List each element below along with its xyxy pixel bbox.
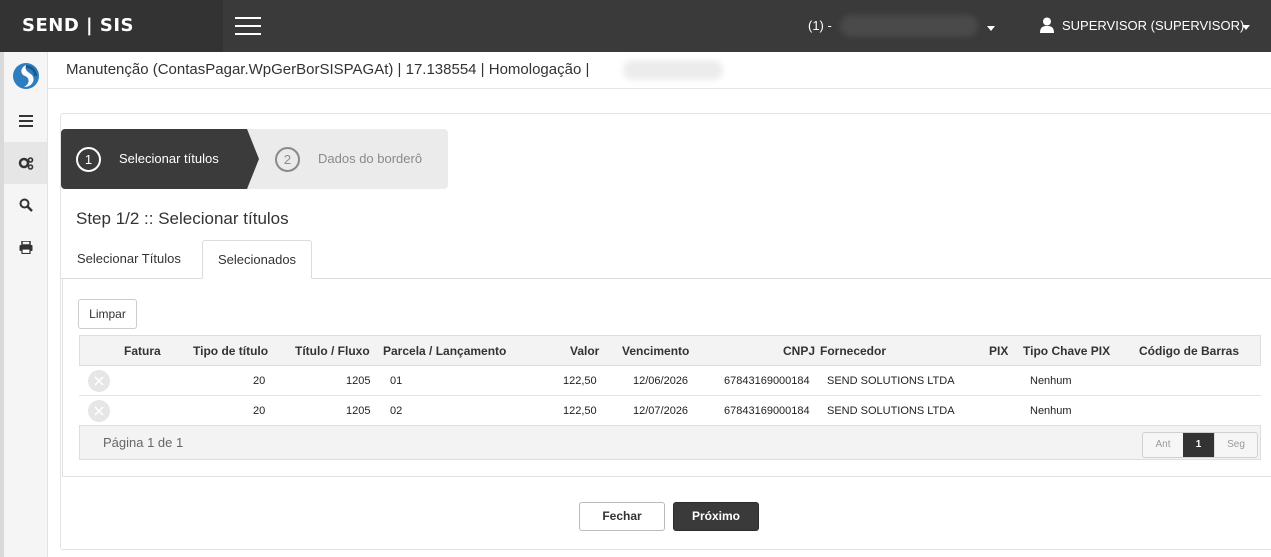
column-header[interactable]: Fornecedor	[820, 336, 886, 367]
step-label: Dados do borderô	[318, 151, 423, 166]
tab-selecionados[interactable]: Selecionados	[202, 240, 312, 279]
step-label: Selecionar títulos	[119, 151, 219, 166]
column-header[interactable]: Tipo Chave PIX	[1023, 336, 1110, 367]
cell-vencimento: 12/06/2026	[633, 375, 689, 387]
column-header[interactable]: Fatura	[124, 336, 161, 367]
step-title: Step 1/2 :: Selecionar títulos	[76, 209, 289, 228]
divider	[48, 88, 1271, 89]
list-icon[interactable]	[4, 100, 47, 142]
menu-toggle-icon[interactable]	[235, 17, 261, 35]
cell-titulo: 1205	[346, 405, 371, 417]
page-info: Página 1 de 1	[103, 435, 184, 450]
next-button[interactable]: Próximo	[673, 502, 759, 531]
environment-name-redacted	[623, 60, 723, 80]
cell-cnpj: 67843169000184	[724, 405, 810, 417]
search-icon[interactable]	[4, 184, 47, 226]
cell-tipo-chave: Nenhum	[1030, 375, 1072, 387]
clear-button[interactable]: Limpar	[78, 299, 137, 329]
column-header[interactable]: CNPJ	[783, 336, 815, 367]
breadcrumb: Manutenção (ContasPagar.WpGerBorSISPAGAt…	[66, 61, 590, 78]
cell-parcela: 01	[390, 375, 403, 387]
cell-titulo: 1205	[346, 375, 371, 387]
table-row: 20 1205 02 122,50 12/07/2026 67843169000…	[79, 396, 1261, 426]
print-icon[interactable]	[4, 226, 47, 268]
cell-tipo: 20	[253, 405, 266, 417]
table-header: Fatura Tipo de título Título / Fluxo Par…	[79, 335, 1261, 366]
remove-row-button[interactable]	[88, 400, 110, 422]
brand-logo[interactable]: SEND | SIS	[0, 0, 223, 52]
cell-fornecedor: SEND SOLUTIONS LTDA	[827, 405, 955, 417]
cell-parcela: 02	[390, 405, 403, 417]
table-row: 20 1205 01 122,50 12/06/2026 67843169000…	[79, 366, 1261, 396]
step-number-badge: 2	[275, 147, 300, 172]
chevron-down-icon[interactable]	[1242, 25, 1250, 30]
pagination-prev-button[interactable]: Ant	[1143, 433, 1183, 457]
cell-vencimento: 12/07/2026	[633, 405, 689, 417]
cell-valor: 122,50	[563, 405, 597, 417]
cell-cnpj: 67843169000184	[724, 375, 810, 387]
table-footer: Página 1 de 1 Ant 1 Seg	[79, 425, 1261, 460]
column-header[interactable]: Valor	[570, 336, 599, 367]
column-header[interactable]: Vencimento	[622, 336, 689, 367]
tab-selecionar-titulos[interactable]: Selecionar Títulos	[62, 240, 196, 279]
column-header[interactable]: Parcela / Lançamento	[383, 336, 506, 367]
cell-valor: 122,50	[563, 375, 597, 387]
wizard-step-arrow	[247, 129, 259, 189]
close-button[interactable]: Fechar	[579, 502, 665, 531]
pagination: Ant 1 Seg	[1142, 432, 1258, 458]
column-header[interactable]: Título / Fluxo	[295, 336, 370, 367]
cell-fornecedor: SEND SOLUTIONS LTDA	[827, 375, 955, 387]
remove-row-button[interactable]	[88, 370, 110, 392]
column-header[interactable]: PIX	[989, 336, 1008, 367]
step-number-badge: 1	[76, 147, 101, 172]
pagination-page-button[interactable]: 1	[1183, 433, 1214, 457]
chevron-down-icon[interactable]	[987, 26, 995, 31]
column-header[interactable]: Tipo de título	[193, 336, 268, 367]
cell-tipo: 20	[253, 375, 266, 387]
company-selector-label[interactable]: (1) -	[808, 0, 832, 52]
app-logo-icon[interactable]	[4, 55, 47, 97]
company-name-redacted	[840, 15, 978, 37]
pagination-next-button[interactable]: Seg	[1214, 433, 1257, 457]
gears-icon[interactable]	[4, 142, 47, 184]
column-header[interactable]: Código de Barras	[1139, 336, 1239, 367]
cell-tipo-chave: Nenhum	[1030, 405, 1072, 417]
user-menu-label[interactable]: SUPERVISOR (SUPERVISOR)	[1062, 0, 1244, 52]
user-icon	[1040, 17, 1054, 33]
